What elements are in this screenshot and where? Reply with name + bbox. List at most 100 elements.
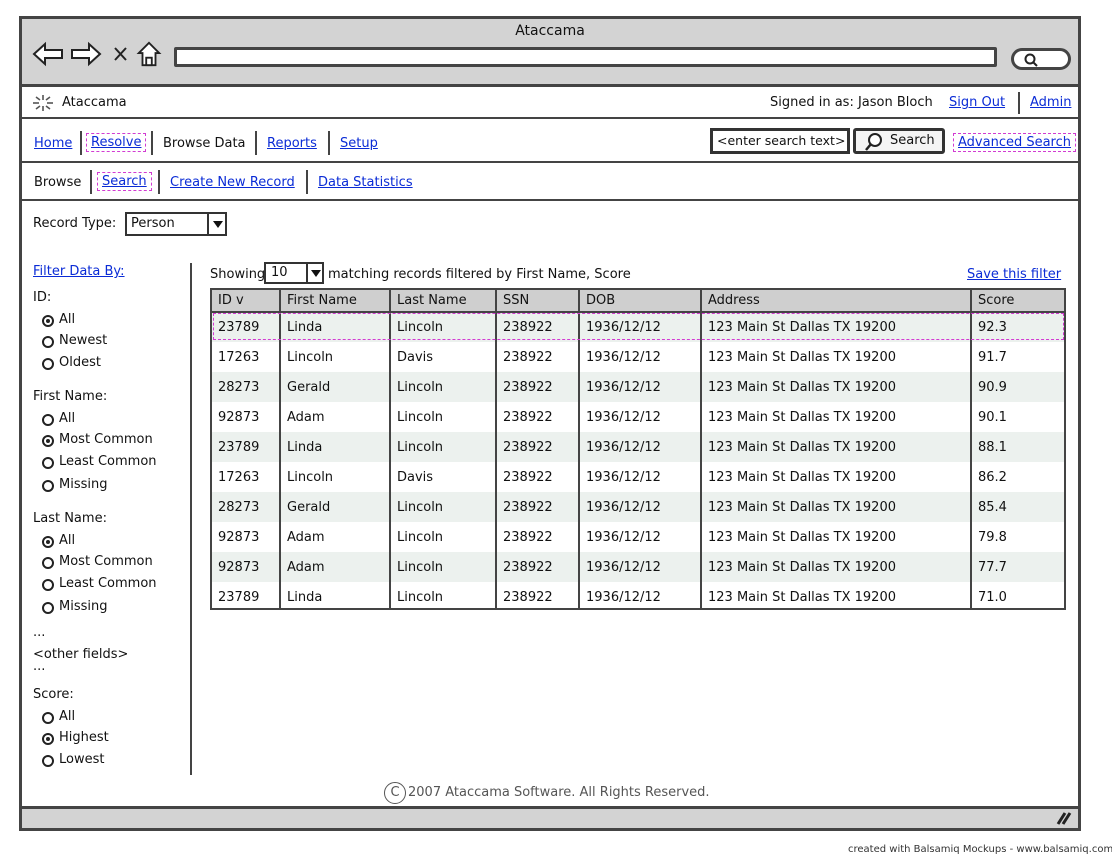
- table-row[interactable]: 28273 Gerald Lincoln 238922 1936/12/12 123 Ma…: [212, 492, 1064, 522]
- search-button-label: Search: [890, 133, 935, 148]
- back-arrow-icon[interactable]: [32, 41, 64, 67]
- radio-label: Missing: [59, 599, 108, 614]
- radio-last-name-most-common[interactable]: Most Common: [42, 554, 153, 569]
- radio-first-name-most-common[interactable]: Most Common: [42, 432, 153, 447]
- cell-dob: 1936/12/12: [579, 522, 702, 552]
- cell-score: 71.0: [978, 589, 1007, 605]
- filter-last-name-label: Last Name:: [33, 511, 107, 526]
- table-row[interactable]: 28273 Gerald Lincoln 238922 1936/12/12 123 Ma…: [212, 372, 1064, 402]
- browser-search-field[interactable]: [1011, 48, 1071, 70]
- subnav-search-link[interactable]: Search: [97, 172, 152, 191]
- cell-ssn: 238922: [496, 312, 580, 342]
- forward-arrow-icon[interactable]: [70, 41, 102, 67]
- ellipsis-bottom: ...: [33, 659, 46, 674]
- stop-x-icon[interactable]: [112, 41, 130, 67]
- table-row[interactable]: 23789 Linda Lincoln 238922 1936/12/12 123 Mai…: [212, 582, 1064, 608]
- filter-heading[interactable]: Filter Data By:: [33, 264, 125, 279]
- nav-resolve-link[interactable]: Resolve: [86, 133, 147, 152]
- divider: [80, 131, 82, 155]
- cell-score: 90.9: [971, 372, 1064, 402]
- column-header-id[interactable]: ID v: [212, 290, 281, 313]
- column-header-score[interactable]: Score: [971, 290, 1064, 313]
- column-header-last-name[interactable]: Last Name: [390, 290, 497, 313]
- radio-label: All: [59, 533, 76, 548]
- dropdown-arrow-icon[interactable]: [306, 264, 322, 282]
- cell-last-name: Lincoln: [390, 432, 497, 462]
- cell-score: 92.3: [971, 312, 1064, 342]
- column-header-ssn[interactable]: SSN: [496, 290, 580, 313]
- table-row[interactable]: 92873 Adam Lincoln 238922 1936/12/12 123 Main…: [212, 522, 1064, 552]
- column-header-first-name[interactable]: First Name: [280, 290, 391, 313]
- subnav-create-new-record-link[interactable]: Create New Record: [170, 175, 295, 190]
- radio-id-all[interactable]: All: [42, 312, 75, 327]
- search-input[interactable]: <enter search text>: [710, 128, 850, 154]
- other-fields-text: <other fields>: [33, 647, 129, 662]
- table-row[interactable]: 23789 Linda Lincoln 238922 1936/12/12 123 Mai…: [212, 312, 1064, 342]
- cell-address: 123 Main St Dallas TX 19200: [701, 402, 972, 432]
- cell-score: 79.8: [978, 529, 1007, 545]
- radio-selected-icon: [42, 315, 54, 327]
- cell-address: 123 Main St Dallas TX 19200: [701, 342, 972, 372]
- column-header-dob[interactable]: DOB: [579, 290, 702, 313]
- radio-label: Lowest: [59, 752, 105, 767]
- cell-ssn: 238922: [496, 462, 580, 492]
- cell-last-name: Lincoln: [390, 312, 497, 342]
- cell-last-name: Lincoln: [390, 402, 497, 432]
- table-row[interactable]: 92873 Adam Lincoln 238922 1936/12/12 123 Main…: [212, 402, 1064, 432]
- subnav-browse-current: Browse: [34, 175, 82, 190]
- radio-first-name-least-common[interactable]: Least Common: [42, 454, 157, 469]
- footer: C 2007 Ataccama Software. All Rights Rese…: [384, 782, 710, 804]
- radio-last-name-all[interactable]: All: [42, 533, 75, 548]
- sign-out-link[interactable]: Sign Out: [949, 95, 1005, 110]
- dropdown-arrow-icon[interactable]: [207, 214, 225, 234]
- subnav-data-statistics-link[interactable]: Data Statistics: [318, 175, 413, 190]
- search-button[interactable]: Search: [853, 128, 945, 154]
- resize-grip-icon[interactable]: [1056, 811, 1072, 825]
- filter-id-label: ID:: [33, 290, 52, 305]
- radio-label: All: [59, 709, 76, 724]
- url-bar[interactable]: [174, 47, 997, 67]
- nav-reports-link[interactable]: Reports: [267, 136, 317, 151]
- table-header-row: ID v First Name Last Name SSN DOB Addres…: [212, 290, 1064, 313]
- radio-id-newest[interactable]: Newest: [42, 333, 107, 348]
- page-size-select[interactable]: 10: [264, 262, 324, 284]
- spinner-logo-icon: [33, 95, 53, 111]
- radio-last-name-least-common[interactable]: Least Common: [42, 576, 157, 591]
- sidebar-divider: [190, 263, 192, 775]
- radio-icon: [42, 414, 54, 426]
- radio-score-all[interactable]: All: [42, 709, 75, 724]
- cell-dob: 1936/12/12: [579, 462, 702, 492]
- nav-home-link[interactable]: Home: [34, 136, 72, 151]
- record-type-select[interactable]: Person: [125, 212, 227, 236]
- cell-id: 92873: [212, 522, 281, 552]
- cell-address: 123 Main St Dallas TX 19200: [701, 312, 972, 342]
- cell-id: 23789: [212, 312, 281, 342]
- column-header-address[interactable]: Address: [701, 290, 972, 313]
- signed-in-text: Signed in as: Jason Bloch: [770, 95, 933, 110]
- nav-setup-link[interactable]: Setup: [340, 136, 378, 151]
- cell-id: 28273: [212, 492, 281, 522]
- radio-score-lowest[interactable]: Lowest: [42, 752, 104, 767]
- app-header: Ataccama Signed in as: Jason Bloch Sign …: [22, 87, 1078, 119]
- radio-id-oldest[interactable]: Oldest: [42, 355, 101, 370]
- cell-last-name: Lincoln: [390, 552, 497, 582]
- cell-first-name: Adam: [280, 522, 391, 552]
- radio-first-name-missing[interactable]: Missing: [42, 477, 107, 492]
- admin-link[interactable]: Admin: [1030, 95, 1071, 110]
- cell-id: 23789: [212, 432, 281, 462]
- radio-first-name-all[interactable]: All: [42, 411, 75, 426]
- ellipsis-top: ...: [33, 625, 46, 640]
- table-row[interactable]: 23789 Linda Lincoln 238922 1936/12/12 123 Mai…: [212, 432, 1064, 462]
- table-row[interactable]: 92873 Adam Lincoln 238922 1936/12/12 123 Main…: [212, 552, 1064, 582]
- radio-last-name-missing[interactable]: Missing: [42, 599, 107, 614]
- save-filter-link[interactable]: Save this filter: [967, 267, 1061, 282]
- radio-label: Highest: [59, 730, 109, 745]
- radio-selected-icon: [42, 536, 54, 548]
- radio-score-highest[interactable]: Highest: [42, 730, 109, 745]
- table-row[interactable]: 17263 Lincoln Davis 238922 1936/12/12 123 Mai…: [212, 342, 1064, 372]
- cell-dob: 1936/12/12: [579, 342, 702, 372]
- table-row[interactable]: 17263 Lincoln Davis 238922 1936/12/12 123 Mai…: [212, 462, 1064, 492]
- advanced-search-link[interactable]: Advanced Search: [953, 133, 1077, 152]
- radio-icon: [42, 755, 54, 767]
- home-icon[interactable]: [136, 41, 162, 67]
